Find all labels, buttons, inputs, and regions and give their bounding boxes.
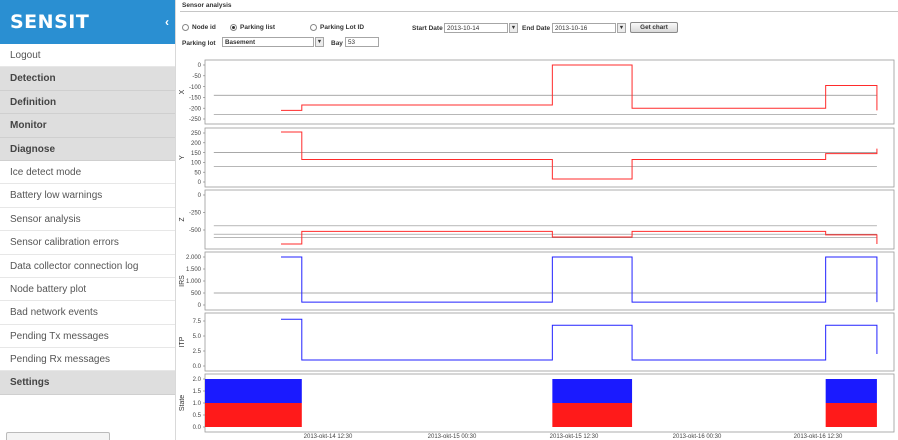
y-tick-label: -100 <box>189 85 202 91</box>
y-axis-label: ITP <box>179 336 186 347</box>
chart-panel-x: X 0 -50 -100 -150 -200 -250 <box>179 59 895 125</box>
main-panel: Sensor analysis Node id Parking list Par… <box>176 0 898 440</box>
y-axis-label: Z <box>179 217 186 222</box>
plot-area <box>204 189 895 250</box>
y-tick-label: 0.5 <box>193 413 202 419</box>
sidebar-item-diagnose[interactable]: Diagnose <box>0 137 175 161</box>
brand-header: SENSIT ‹ <box>0 0 175 44</box>
sidebar-item-battery-low-warnings[interactable]: Battery low warnings <box>0 184 175 208</box>
chart-panel-irs: IRS 2.000 1.500 1.000 500 0 <box>179 251 895 311</box>
sidebar-menu: Logout Detection Definition Monitor Diagnose… <box>0 44 175 395</box>
y-tick-label: 2.000 <box>186 255 202 261</box>
chart-panel-state: State 2.0 1.5 1.0 0.5 0.0 <box>179 373 895 433</box>
x-tick-label: 2013-okt-16 00:30 <box>673 434 722 440</box>
sidebar-item-monitor[interactable]: Monitor <box>0 114 175 138</box>
y-tick-label: -50 <box>192 74 201 80</box>
y-tick-label: -250 <box>189 117 202 123</box>
y-axis-label: IRS <box>179 275 186 287</box>
state-bar-blue <box>825 379 877 403</box>
sidebar-item-sensor-analysis[interactable]: Sensor analysis <box>0 207 175 232</box>
y-tick-label: -500 <box>189 228 202 234</box>
y-tick-label: 50 <box>194 170 201 176</box>
x-tick-label: 2013-okt-15 00:30 <box>428 434 477 440</box>
state-bar-red <box>825 403 877 427</box>
y-tick-label: 7.5 <box>193 319 202 325</box>
y-tick-label: 1.500 <box>186 267 202 273</box>
chart-panel-z: Z 0 -250 -500 <box>179 189 895 250</box>
brand-logo: SENSIT <box>10 11 90 33</box>
sidebar-item-detection[interactable]: Detection <box>0 67 175 91</box>
collapse-sidebar-icon[interactable]: ‹ <box>165 15 169 29</box>
y-tick-label: 150 <box>191 151 202 157</box>
state-bar-red <box>552 403 633 427</box>
plot-area <box>204 373 895 433</box>
x-tick-label: 2013-okt-16 12:30 <box>794 434 843 440</box>
sensor-charts: X0-50-100-150-200-250Y250200150100500Z0-… <box>179 59 895 440</box>
sidebar-item-bad-network-events[interactable]: Bad network events <box>0 301 175 325</box>
y-axis-label: X <box>179 89 186 94</box>
sidebar-item-definition[interactable]: Definition <box>0 90 175 115</box>
y-tick-label: 2.5 <box>193 349 202 355</box>
sidebar-item-logout[interactable]: Logout <box>0 44 175 68</box>
y-tick-label: 1.5 <box>193 389 202 395</box>
sidebar-item-pending-rx-messages[interactable]: Pending Rx messages <box>0 348 175 372</box>
sidebar-item-sensor-calibration-errors[interactable]: Sensor calibration errors <box>0 231 175 255</box>
y-axis-label: State <box>179 395 186 411</box>
y-tick-label: 200 <box>191 141 202 147</box>
plot-area <box>204 312 895 372</box>
y-tick-label: 250 <box>191 131 202 137</box>
y-tick-label: 5.0 <box>193 334 202 340</box>
y-tick-label: 1.000 <box>186 279 202 285</box>
y-tick-label: 0 <box>198 303 202 309</box>
x-tick-label: 2013-okt-15 12:30 <box>550 434 599 440</box>
y-tick-label: 0 <box>198 180 202 186</box>
state-bar-red <box>205 403 302 427</box>
y-tick-label: 500 <box>191 291 202 297</box>
y-tick-label: 0 <box>198 193 202 199</box>
sidebar-item-ice-detect-mode[interactable]: Ice detect mode <box>0 160 175 185</box>
state-bar-blue <box>552 379 633 403</box>
sidebar-item-node-battery-plot[interactable]: Node battery plot <box>0 277 175 302</box>
sidebar-item-settings[interactable]: Settings <box>0 371 175 395</box>
chart-panel-y: Y 250 200 150 100 50 0 <box>179 127 895 188</box>
y-tick-label: 2.0 <box>193 377 202 383</box>
sidebar-item-data-collector-connection-log[interactable]: Data collector connection log <box>0 254 175 278</box>
y-tick-label: -250 <box>189 211 202 217</box>
state-bar-blue <box>205 379 302 403</box>
chart-panel-itp: ITP 7.5 5.0 2.5 0.0 <box>179 312 895 372</box>
sidebar-footer-scrollbar[interactable] <box>6 432 110 440</box>
y-tick-label: 0 <box>198 63 202 69</box>
y-tick-label: 0.0 <box>193 364 202 370</box>
sidebar: SENSIT ‹ Logout Detection Definition Monito… <box>0 0 176 440</box>
y-tick-label: 1.0 <box>193 401 202 407</box>
x-tick-label: 2013-okt-14 12:30 <box>304 434 353 440</box>
plot-area <box>204 127 895 188</box>
y-tick-label: -200 <box>189 106 202 112</box>
y-tick-label: 0.0 <box>193 425 202 431</box>
plot-area <box>204 251 895 311</box>
y-tick-label: -150 <box>189 96 202 102</box>
y-axis-label: Y <box>179 155 186 160</box>
sidebar-item-pending-tx-messages[interactable]: Pending Tx messages <box>0 324 175 349</box>
y-tick-label: 100 <box>191 161 202 167</box>
